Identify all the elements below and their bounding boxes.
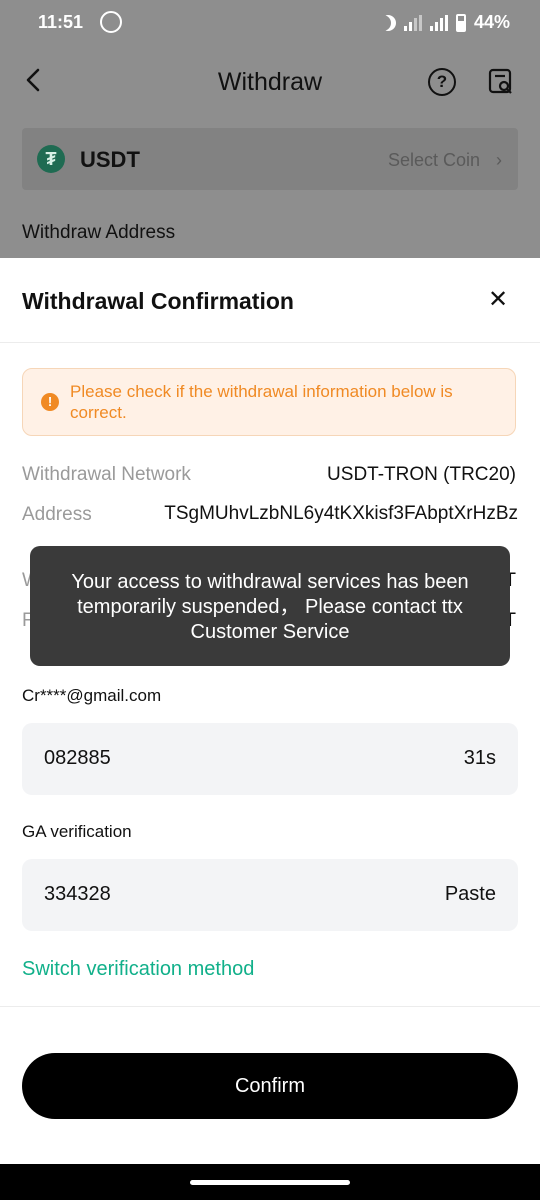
network-value: USDT-TRON (TRC20) — [327, 464, 516, 485]
info-icon: ! — [41, 393, 59, 411]
signal-4g-icon — [429, 14, 448, 31]
status-bar: 11:51 44% — [0, 0, 540, 48]
warning-banner: ! Please check if the withdrawal informa… — [22, 368, 516, 436]
switch-verification-link[interactable]: Switch verification method — [22, 958, 254, 981]
email-countdown: 31s — [463, 747, 496, 769]
ga-label: GA verification — [22, 822, 132, 841]
sheet-title: Withdrawal Confirmation — [22, 288, 294, 314]
ga-code-value[interactable]: 334328 — [44, 883, 111, 906]
withdraw-page-header: Withdraw ? ₮ USDT Select Coin › Withdraw… — [0, 48, 540, 258]
coin-selector[interactable]: ₮ USDT Select Coin › — [22, 128, 518, 190]
confirm-button[interactable]: Confirm — [22, 1053, 518, 1119]
status-icons: 44% — [380, 12, 510, 33]
moon-icon — [380, 15, 396, 31]
battery-percent: 44% — [473, 12, 510, 32]
question-circle-icon[interactable]: ? — [428, 68, 456, 96]
ga-code-field[interactable]: 334328 Paste — [22, 859, 518, 931]
close-icon[interactable]: ✕ — [488, 288, 508, 312]
status-time: 11:51 — [38, 12, 84, 32]
withdraw-address-label: Withdraw Address — [22, 222, 176, 243]
address-value: TSgMUhvLzbNL6y4tKXkisf3FAbptXrHzBz — [164, 503, 518, 524]
home-handle[interactable] — [190, 1180, 350, 1185]
select-coin-label: Select Coin — [387, 150, 480, 170]
battery-icon — [455, 13, 466, 32]
network-label: Withdrawal Network — [22, 464, 191, 485]
warning-text: Please check if the withdrawal informati… — [70, 382, 453, 422]
withdrawal-confirmation-sheet: Withdrawal Confirmation ✕ ! Please check… — [0, 258, 540, 1164]
coin-name: USDT — [80, 147, 140, 172]
tether-icon: ₮ — [37, 145, 65, 173]
email-label: Cr****@gmail.com — [22, 686, 162, 705]
page-title: Withdraw — [217, 68, 323, 96]
email-code-field[interactable]: 082885 31s — [22, 723, 518, 795]
chevron-right-icon: › — [496, 150, 502, 170]
email-code-value[interactable]: 082885 — [44, 747, 111, 770]
system-nav-bar — [0, 1164, 540, 1200]
whatsapp-icon — [100, 11, 122, 33]
paste-button[interactable]: Paste — [445, 883, 496, 906]
divider — [0, 342, 540, 343]
address-label: Address — [22, 504, 92, 525]
signal-icon — [403, 14, 422, 31]
toast-message: Your access to withdrawal services has b… — [71, 571, 469, 643]
divider — [0, 1006, 540, 1007]
suspension-toast: Your access to withdrawal services has b… — [30, 546, 510, 666]
document-search-icon[interactable] — [488, 68, 514, 96]
